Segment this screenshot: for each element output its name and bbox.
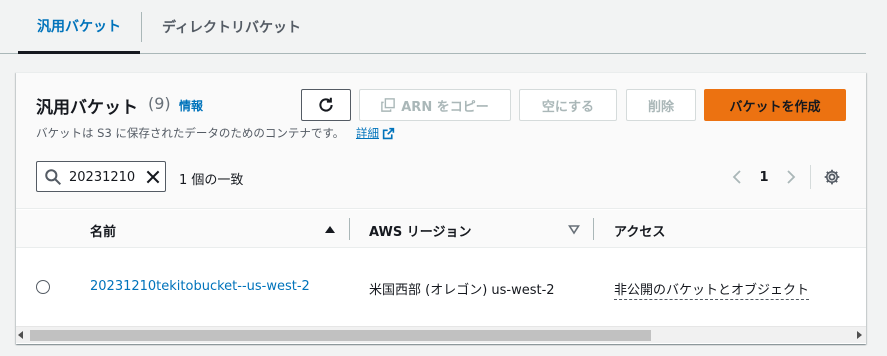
chevron-right-icon [787, 170, 796, 184]
column-header-access[interactable]: アクセス [614, 221, 665, 240]
external-link-icon [382, 127, 395, 139]
bucket-search[interactable] [36, 161, 166, 192]
scrollbar-thumb[interactable] [30, 330, 651, 341]
gear-icon [824, 169, 840, 185]
search-icon [44, 168, 62, 186]
bucket-type-tabs: 汎用バケット ディレクトリバケット [0, 0, 866, 54]
column-resizer[interactable] [349, 218, 350, 240]
chevron-left-icon [732, 170, 741, 184]
tab-directory-buckets[interactable]: ディレクトリバケット [162, 0, 301, 54]
bucket-count: (9) [148, 94, 171, 113]
tab-general-purpose-buckets[interactable]: 汎用バケット [18, 0, 140, 54]
column-header-region[interactable]: AWS リージョン [369, 221, 471, 240]
column-resizer[interactable] [593, 218, 594, 240]
row-select-radio[interactable] [36, 280, 50, 294]
delete-bucket-button[interactable]: 削除 [626, 89, 696, 121]
scroll-right-arrow-icon[interactable] [857, 331, 862, 339]
table-row[interactable]: 20231210tekitobucket--us-west-2 米国西部 (オレ… [16, 249, 866, 325]
copy-arn-button[interactable]: ARN をコピー [359, 89, 511, 121]
refresh-button[interactable] [301, 89, 351, 121]
info-link[interactable]: 情報 [179, 97, 203, 114]
sort-descending-icon[interactable] [567, 222, 581, 236]
next-page-button[interactable] [783, 166, 799, 188]
scroll-left-arrow-icon[interactable] [18, 331, 23, 339]
panel-header: 汎用バケット (9) 情報 バケットは S3 に保存されたデータのためのコンテナ… [16, 73, 866, 209]
page-title: 汎用バケット [36, 98, 138, 118]
bucket-access[interactable]: 非公開のバケットとオブジェクト [614, 279, 810, 300]
bucket-region: 米国西部 (オレゴン) us-west-2 [369, 283, 555, 298]
clear-icon[interactable] [144, 168, 162, 186]
sort-ascending-icon[interactable] [323, 222, 337, 236]
learn-more-label: 詳細 [356, 126, 379, 140]
horizontal-scrollbar[interactable] [16, 326, 866, 343]
learn-more-link[interactable]: 詳細 [356, 125, 395, 141]
tab-divider [141, 12, 142, 42]
page-number[interactable]: 1 [756, 166, 772, 188]
refresh-icon [319, 97, 333, 112]
create-bucket-button[interactable]: バケットを作成 [704, 89, 846, 121]
copy-icon [381, 98, 396, 112]
pagination-divider [810, 165, 811, 189]
column-header-name[interactable]: 名前 [90, 221, 116, 240]
buckets-panel: 汎用バケット (9) 情報 バケットは S3 に保存されたデータのためのコンテナ… [16, 72, 866, 344]
empty-bucket-button[interactable]: 空にする [519, 89, 617, 121]
search-input[interactable] [69, 167, 141, 187]
previous-page-button[interactable] [729, 166, 745, 188]
bucket-name-link[interactable]: 20231210tekitobucket--us-west-2 [90, 279, 310, 294]
preferences-button[interactable] [822, 166, 842, 188]
copy-arn-label: ARN をコピー [401, 99, 489, 115]
panel-description: バケットは S3 に保存されたデータのためのコンテナです。 [36, 126, 345, 140]
match-count: 1 個の一致 [179, 173, 244, 188]
table-header: 名前 AWS リージョン アクセス [16, 210, 866, 248]
